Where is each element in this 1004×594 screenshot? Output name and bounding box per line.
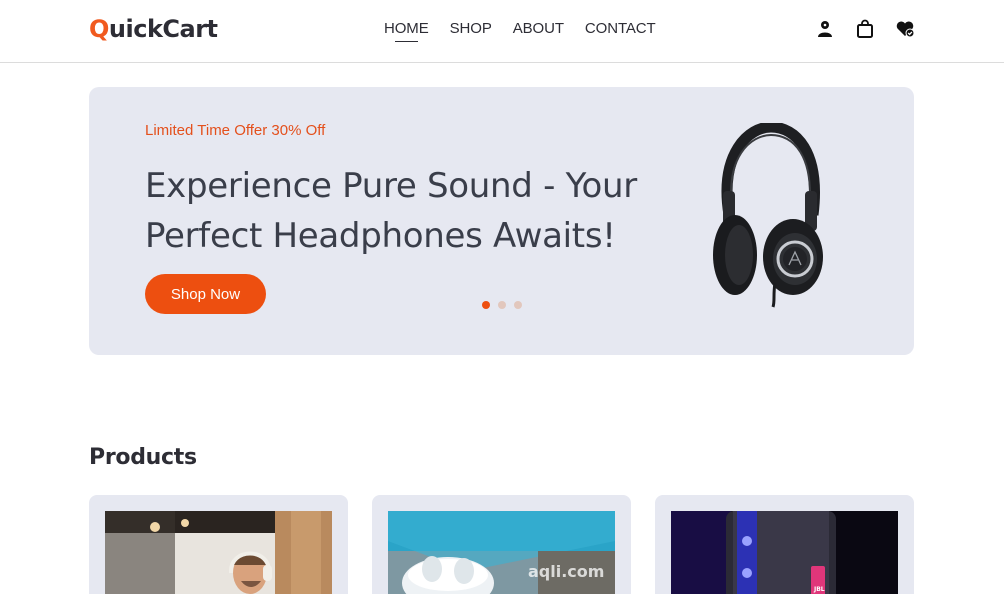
carousel-dots [482,301,522,309]
nav-shop-link[interactable]: SHOP [450,19,492,39]
product-image-man-headphones [105,511,332,594]
carousel-dot-2[interactable] [498,301,506,309]
main-nav: HOME SHOP ABOUT CONTACT [384,19,677,42]
user-icon[interactable] [815,19,835,39]
product-card[interactable]: JBL [655,495,914,594]
product-card[interactable] [89,495,348,594]
hero-headline: Experience Pure Sound - Your Perfect Hea… [145,166,637,256]
product-card[interactable]: aqli.com [372,495,631,594]
site-header: QuickCart HOME SHOP ABOUT CONTACT [0,0,1004,63]
offer-text: Limited Time Offer 30% Off [145,122,326,139]
carousel-dot-3[interactable] [514,301,522,309]
logo-text: uickCart [108,15,218,43]
shopping-bag-icon[interactable] [855,19,875,39]
shop-now-button[interactable]: Shop Now [145,274,266,314]
headphones-image [713,123,823,308]
watermark-text: aqli.com [528,562,604,581]
hero-banner: Limited Time Offer 30% Off Experience Pu… [89,87,914,355]
product-image-speaker: JBL [671,511,898,594]
logo[interactable]: QuickCart [89,13,218,45]
logo-initial: Q [89,15,109,43]
header-actions [815,19,935,39]
product-image-earbuds: aqli.com [388,511,615,594]
carousel-dot-1[interactable] [482,301,490,309]
nav-about-link[interactable]: ABOUT [513,19,564,39]
nav-contact-link[interactable]: CONTACT [585,19,656,39]
nav-home-link[interactable]: HOME [384,19,429,42]
products-heading: Products [89,445,197,470]
wishlist-heart-icon[interactable] [895,19,915,39]
speaker-brand-badge: JBL [813,586,825,593]
